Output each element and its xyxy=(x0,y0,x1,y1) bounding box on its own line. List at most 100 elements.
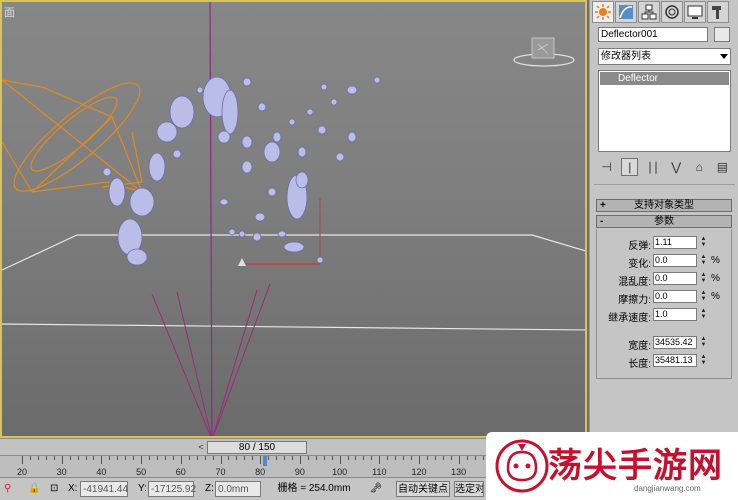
param-friction: 摩擦力: 0.0 ▲ ▼ % xyxy=(597,290,733,306)
variation-input[interactable]: 0.0 xyxy=(653,254,697,267)
ruler-tick xyxy=(141,456,143,464)
ruler-tick xyxy=(434,456,436,460)
ruler-tick xyxy=(482,456,484,460)
hierarchy-tab[interactable] xyxy=(638,1,660,23)
length-input[interactable]: 35481.13 xyxy=(653,354,697,367)
display-tab[interactable] xyxy=(684,1,706,23)
param-label: 反弹: xyxy=(628,241,651,252)
ruler-tick xyxy=(236,456,238,460)
bounce-input[interactable]: 1.11 xyxy=(653,236,697,249)
param-label: 继承速度: xyxy=(608,313,651,324)
utilities-tab[interactable] xyxy=(707,1,729,23)
perspective-viewport[interactable]: 面 xyxy=(0,0,587,438)
key-icon[interactable]: 🗝 xyxy=(364,481,388,497)
time-slider-thumb[interactable]: 80 / 150 xyxy=(207,441,307,454)
inherit-velocity-input[interactable]: 1.0 xyxy=(653,308,697,321)
show-end-result-icon[interactable]: | xyxy=(621,158,639,176)
watermark-url: dangjianwang.com xyxy=(634,484,701,493)
selected-dropdown[interactable]: 选定对 xyxy=(454,481,484,497)
y-coordinate-field[interactable]: -17125.92 xyxy=(148,481,196,497)
ruler-tick xyxy=(442,456,444,460)
particle-cloud xyxy=(102,76,381,266)
monitor-icon xyxy=(687,5,703,19)
ruler-tick-label: 80 xyxy=(255,467,266,477)
ruler-tick-label: 60 xyxy=(175,467,186,477)
ruler-tick xyxy=(61,456,63,464)
z-label: Z: xyxy=(205,483,214,494)
ruler-tick xyxy=(395,456,397,460)
modify-tab[interactable] xyxy=(615,1,637,23)
z-coordinate-field[interactable]: 0.0mm xyxy=(215,481,261,497)
modifier-stack[interactable]: Deflector xyxy=(598,70,731,152)
sun-icon xyxy=(595,4,611,20)
ruler-tick xyxy=(474,456,476,460)
ruler-tick xyxy=(411,456,413,460)
lock-icon[interactable]: 🔒 xyxy=(28,481,42,497)
object-color-swatch[interactable] xyxy=(714,27,730,42)
ruler-tick xyxy=(323,456,325,460)
remove-modifier-icon[interactable]: ⋁ xyxy=(668,158,685,176)
ruler-tick xyxy=(204,456,206,460)
spinner-arrows-icon[interactable]: ▲ ▼ xyxy=(700,290,707,303)
friction-input[interactable]: 0.0 xyxy=(653,290,697,303)
object-name-field[interactable]: Deflector001 xyxy=(598,27,708,42)
grid-plane-back-edge xyxy=(2,234,585,271)
ruler-tick xyxy=(101,456,103,464)
emitter-gizmo xyxy=(2,79,144,193)
rollout-support-object-types[interactable]: + 支持对象类型 xyxy=(596,199,732,212)
make-unique-icon[interactable]: ∣∣ xyxy=(644,158,661,176)
chevron-left-icon[interactable]: < xyxy=(195,441,207,454)
y-label: Y: xyxy=(138,483,147,494)
ruler-tick-label: 100 xyxy=(332,467,348,477)
world-axis-line xyxy=(209,2,213,436)
motion-tab[interactable] xyxy=(661,1,683,23)
spinner-arrows-icon[interactable]: ▲ ▼ xyxy=(700,236,707,249)
x-coordinate-field[interactable]: -41941.44 xyxy=(80,481,128,497)
ruler-tick xyxy=(172,456,174,460)
x-label: X: xyxy=(68,483,78,494)
stack-toolbar: ⊣ | ∣∣ ⋁ ⌂ ▤ xyxy=(598,157,731,177)
chaos-input[interactable]: 0.0 xyxy=(653,272,697,285)
ruler-tick xyxy=(156,456,158,460)
param-length: 长度: 35481.13 ▲ ▼ xyxy=(597,354,733,370)
spinner-arrows-icon[interactable]: ▲ ▼ xyxy=(700,272,707,285)
divider xyxy=(594,184,735,185)
ruler-tick xyxy=(244,456,246,460)
ruler-tick xyxy=(299,456,301,464)
pin-icon[interactable]: ⚲ xyxy=(4,481,18,497)
ruler-tick xyxy=(109,456,111,460)
width-input[interactable]: 34535.42 xyxy=(653,336,697,349)
app-window: 面 Deflector001 修改器列表 Deflector ⊣ | ∣∣ ⋁ … xyxy=(0,0,738,500)
selection-mode-icon[interactable]: ⊡ xyxy=(50,481,64,497)
ruler-tick xyxy=(403,456,405,460)
curve-icon xyxy=(619,5,633,19)
spinner-arrows-icon[interactable]: ▲ ▼ xyxy=(700,254,707,267)
param-variation: 变化: 0.0 ▲ ▼ % xyxy=(597,254,733,270)
frustum-line xyxy=(176,291,212,436)
create-tab[interactable] xyxy=(592,1,614,23)
spinner-arrows-icon[interactable]: ▲ ▼ xyxy=(700,308,707,321)
ruler-tick xyxy=(260,456,262,464)
spinner-arrows-icon[interactable]: ▲ ▼ xyxy=(700,336,707,349)
ruler-tick xyxy=(149,456,151,460)
modifier-list-dropdown[interactable]: 修改器列表 xyxy=(598,48,731,65)
param-unit: % xyxy=(711,273,720,284)
stack-item-deflector[interactable]: Deflector xyxy=(600,72,729,85)
param-label: 变化: xyxy=(628,259,651,270)
param-label: 长度: xyxy=(628,359,651,370)
collapse-icon: - xyxy=(600,216,604,227)
ruler-tick xyxy=(347,456,349,460)
trash-icon[interactable]: ⌂ xyxy=(691,158,708,176)
ruler-tick xyxy=(29,456,31,460)
configure-sets-icon[interactable]: ▤ xyxy=(714,158,731,176)
param-bounce: 反弹: 1.11 ▲ ▼ xyxy=(597,236,733,252)
ruler-tick xyxy=(69,456,71,460)
spinner-arrows-icon[interactable]: ▲ ▼ xyxy=(700,354,707,367)
ruler-tick xyxy=(371,456,373,460)
watermark-logo-icon xyxy=(495,439,549,493)
rollout-parameters[interactable]: - 参数 xyxy=(596,215,732,228)
param-unit: % xyxy=(711,255,720,266)
auto-key-button[interactable]: 自动关键点 xyxy=(396,481,450,497)
hierarchy-icon xyxy=(641,4,657,20)
pin-stack-icon[interactable]: ⊣ xyxy=(598,158,615,176)
